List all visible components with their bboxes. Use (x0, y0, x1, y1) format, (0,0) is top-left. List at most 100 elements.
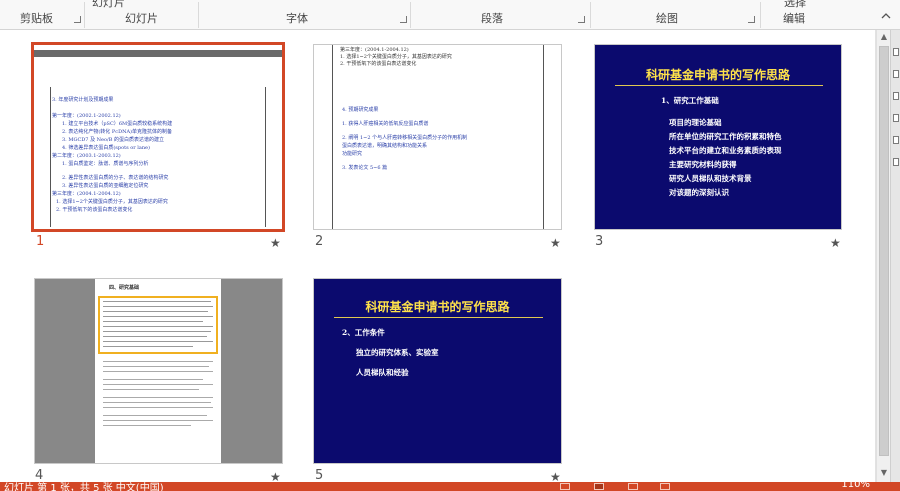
scroll-up-icon[interactable]: ▲ (879, 32, 889, 41)
font-launcher-icon[interactable] (400, 16, 407, 23)
status-bar: 幻灯片 第 1 张，共 5 张 中文(中国) 110% (0, 482, 900, 491)
doc-line: 4. 预期研究成果 (342, 107, 379, 113)
text-line (103, 321, 203, 322)
ribbon: 幻灯片 选择 剪贴板 幻灯片 字体 段落 绘图 编辑 (0, 0, 900, 30)
transition-star-icon[interactable]: ★ (270, 236, 281, 250)
text-line (103, 384, 213, 385)
text-line (103, 326, 213, 327)
slide-bullet: 人员梯队和经验 (356, 368, 409, 377)
clipboard-launcher-icon[interactable] (74, 16, 81, 23)
doc-line: 2. 干预低氧下的该蛋白表达谱变化 (56, 207, 133, 213)
text-line (103, 346, 193, 347)
scanned-page: 四、研究基础 (95, 279, 221, 463)
text-line (103, 311, 208, 312)
group-separator (760, 2, 761, 28)
slide-number: 5 (315, 468, 324, 483)
text-line (103, 407, 213, 408)
paragraph-launcher-icon[interactable] (578, 16, 585, 23)
ribbon-commands-row: 幻灯片 选择 (0, 0, 900, 10)
zoom-level[interactable]: 110% (841, 482, 870, 490)
text-line (103, 316, 213, 317)
slide-bullet: 主要研究材料的获得 (669, 160, 737, 169)
doc-line: 1. 建立平台技术（pSC）6M蛋白质较稳系统构建 (62, 121, 173, 127)
doc-line: 2. 阐明 1~2 个与人肝癌转移相关蛋白质分子的作用机制 (342, 135, 468, 141)
slide-bullet: 项目的理论基础 (669, 118, 722, 127)
text-line (103, 361, 213, 362)
select-button[interactable]: 选择 (784, 0, 806, 10)
collapse-ribbon-icon[interactable] (880, 12, 892, 22)
doc-line: 3. 年度研究计划及预期成果 (52, 97, 114, 103)
drawing-launcher-icon[interactable] (748, 16, 755, 23)
slide-heading: 2、工作条件 (342, 328, 385, 337)
text-line (103, 366, 209, 367)
title-rule (615, 85, 823, 86)
scrollbar-thumb[interactable] (879, 46, 889, 456)
slide-thumbnail-4[interactable]: 四、研究基础 (34, 278, 283, 464)
doc-line: 第二年度：(2003.1-2003.12) (52, 153, 121, 159)
slide-title: 科研基金申请书的写作思路 (645, 68, 790, 82)
text-line (103, 306, 213, 307)
text-line (103, 336, 207, 337)
slideshow-view-icon[interactable] (660, 483, 670, 490)
doc-line: 2. 干预低氧下的该蛋白表达谱变化 (340, 61, 417, 67)
vertical-scrollbar[interactable]: ▲ ▼ (876, 30, 890, 482)
slide-number: 4 (35, 468, 44, 483)
file-icon (893, 114, 899, 122)
file-icon (893, 70, 899, 78)
group-label-clipboard: 剪贴板 (20, 12, 53, 25)
file-icon (893, 158, 899, 166)
doc-line: 第三年度：(2004.1-2004.12) (52, 191, 121, 197)
slide-thumbnail-5[interactable]: 科研基金申请书的写作思路 2、工作条件 独立的研究体系、实验室 人员梯队和经验 (313, 278, 562, 464)
slide-sorter: 3. 年度研究计划及预期成果 第一年度：(2002.1-2002.12) 1. … (0, 30, 876, 484)
doc-line: 1. 获得人肝癌相关的低氧反应蛋白质谱 (342, 121, 429, 127)
group-label-font: 字体 (286, 12, 308, 25)
group-separator (198, 2, 199, 28)
group-label-slides: 幻灯片 (125, 12, 158, 25)
slide-number: 3 (595, 234, 604, 249)
group-label-drawing: 绘图 (656, 12, 678, 25)
scroll-down-icon[interactable]: ▼ (879, 468, 889, 477)
text-line (103, 397, 213, 398)
reading-view-icon[interactable] (628, 483, 638, 490)
doc-line: 功能研究 (342, 151, 363, 157)
title-rule (334, 317, 543, 318)
slide-thumbnail-1[interactable]: 3. 年度研究计划及预期成果 第一年度：(2002.1-2002.12) 1. … (31, 42, 285, 232)
doc-line: 蛋白质表达谱，明确其结构和功能关系 (342, 143, 428, 149)
doc-line: 4. 筛选差异表达蛋白质(spots or lane) (62, 145, 150, 151)
file-icon (893, 92, 899, 100)
normal-view-icon[interactable] (560, 483, 570, 490)
slide-bullet: 技术平台的建立和业务素质的表现 (669, 146, 782, 155)
status-text: 幻灯片 第 1 张，共 5 张 中文(中国) (4, 483, 164, 491)
group-label-editing: 编辑 (783, 12, 805, 25)
slide-number: 1 (36, 234, 45, 249)
doc-line: 2. 差异性表达蛋白质的分子、表达谱的结构研究 (62, 175, 169, 181)
slide-bullet: 对该题的深刻认识 (669, 188, 729, 197)
doc-line: 3. 发表论文 5~6 篇 (342, 165, 388, 171)
slide-thumbnail-3[interactable]: 科研基金申请书的写作思路 1、研究工作基础 项目的理论基础 所在单位的研究工作的… (594, 44, 842, 230)
header-band (34, 50, 282, 57)
doc-line: 四、研究基础 (109, 285, 140, 291)
text-line (103, 379, 203, 380)
text-line (103, 415, 207, 416)
slide-bullet: 独立的研究体系、实验室 (356, 348, 439, 357)
group-label-paragraph: 段落 (481, 12, 503, 25)
transition-star-icon[interactable]: ★ (550, 236, 561, 250)
slide-number: 2 (315, 234, 324, 249)
doc-line: 2. 表达纯化产物(转化 PcDNA)单克隆抗体的制备 (62, 129, 173, 135)
doc-line: 第一年度：(2002.1-2002.12) (52, 113, 121, 119)
text-line (103, 371, 213, 372)
text-line (103, 420, 213, 421)
doc-line: 1. 选择1~2个关键蛋白质分子，其基因表达的研究 (56, 199, 168, 205)
text-line (103, 402, 211, 403)
new-slide-button[interactable]: 幻灯片 (92, 0, 125, 10)
group-separator (590, 2, 591, 28)
group-separator (410, 2, 411, 28)
doc-line: 3. MGCD7 及 Neo/B 的蛋白质表达谱的建立 (62, 137, 164, 143)
slide-bullet: 研究人员梯队和技术背景 (669, 174, 752, 183)
slide-sorter-view-icon[interactable] (594, 483, 604, 490)
transition-star-icon[interactable]: ★ (830, 236, 841, 250)
doc-line: 第三年度：(2004.1-2004.12) (340, 47, 409, 53)
text-line (103, 425, 191, 426)
slide-thumbnail-2[interactable]: 第三年度：(2004.1-2004.12) 1. 选择1~2个关键蛋白质分子，其… (313, 44, 562, 230)
file-icon (893, 48, 899, 56)
